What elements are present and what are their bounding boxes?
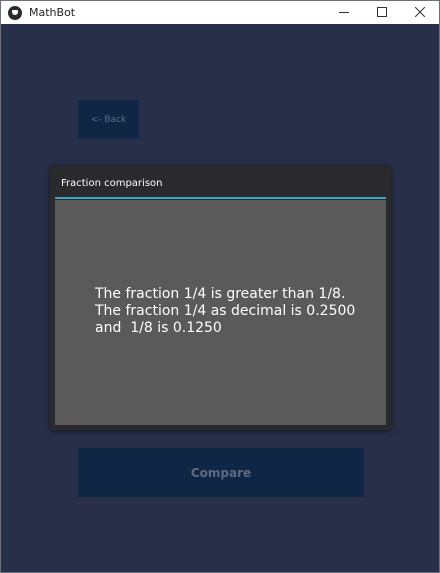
popup-title-separator (55, 197, 386, 199)
compare-button[interactable]: Compare (78, 448, 364, 497)
minimize-icon[interactable] (325, 1, 363, 24)
popup-content: The fraction 1/4 is greater than 1/8. Th… (55, 200, 386, 425)
popup-message: The fraction 1/4 is greater than 1/8. Th… (95, 286, 356, 336)
popup-title: Fraction comparison (61, 178, 163, 189)
window-title: MathBot (29, 6, 76, 19)
title-bar[interactable]: MathBot (1, 1, 439, 24)
app-window: MathBot <- Back Compare Fraction compari… (0, 0, 440, 573)
app-logo-icon (8, 5, 22, 20)
back-button[interactable]: <- Back (78, 100, 139, 139)
close-icon[interactable] (401, 1, 439, 24)
window-controls (325, 1, 439, 24)
fraction-comparison-popup: Fraction comparison The fraction 1/4 is … (50, 166, 391, 430)
maximize-icon[interactable] (363, 1, 401, 24)
